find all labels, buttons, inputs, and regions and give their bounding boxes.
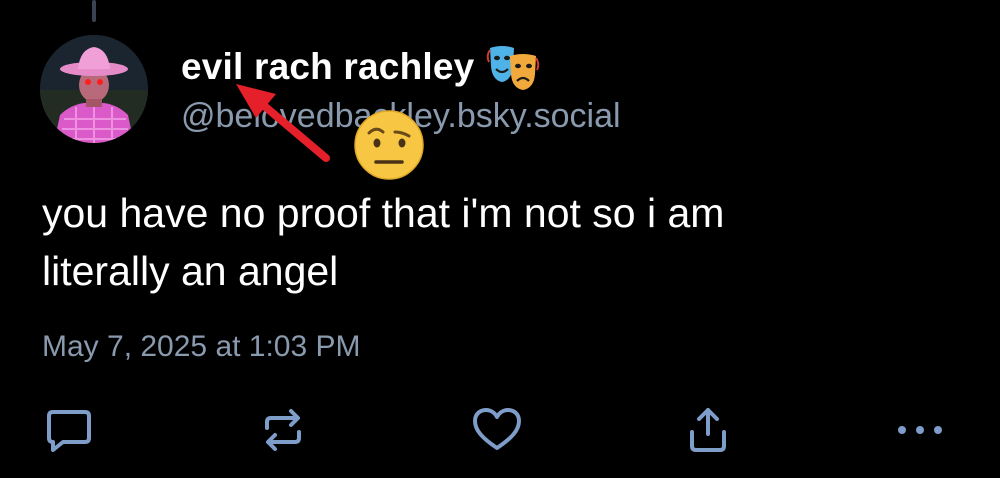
post-text-line: you have no proof that i'm not so i am	[42, 190, 725, 236]
reply-button[interactable]	[41, 402, 97, 458]
post-timestamp: May 7, 2025 at 1:03 PM	[42, 330, 361, 363]
more-options-button[interactable]	[892, 402, 948, 458]
post-text-line: literally an angel	[42, 248, 339, 294]
repost-arrows-icon	[265, 409, 301, 451]
thread-connector-line	[92, 0, 96, 22]
author-name-row[interactable]: evil rach rachley	[181, 42, 540, 92]
display-name[interactable]: evil rach rachley	[181, 46, 474, 88]
avatar[interactable]	[40, 35, 148, 143]
post-body: you have no proof that i'm not so i am l…	[42, 184, 942, 300]
share-upload-icon	[690, 408, 726, 452]
performing-arts-masks-icon	[487, 46, 540, 90]
ellipsis-icon	[898, 426, 942, 434]
heart-icon	[473, 408, 521, 450]
chat-bubble-icon	[47, 410, 91, 452]
repost-button[interactable]	[255, 402, 311, 458]
like-button[interactable]	[469, 402, 525, 458]
share-button[interactable]	[680, 402, 736, 458]
face-with-raised-eyebrow-icon	[354, 110, 424, 180]
